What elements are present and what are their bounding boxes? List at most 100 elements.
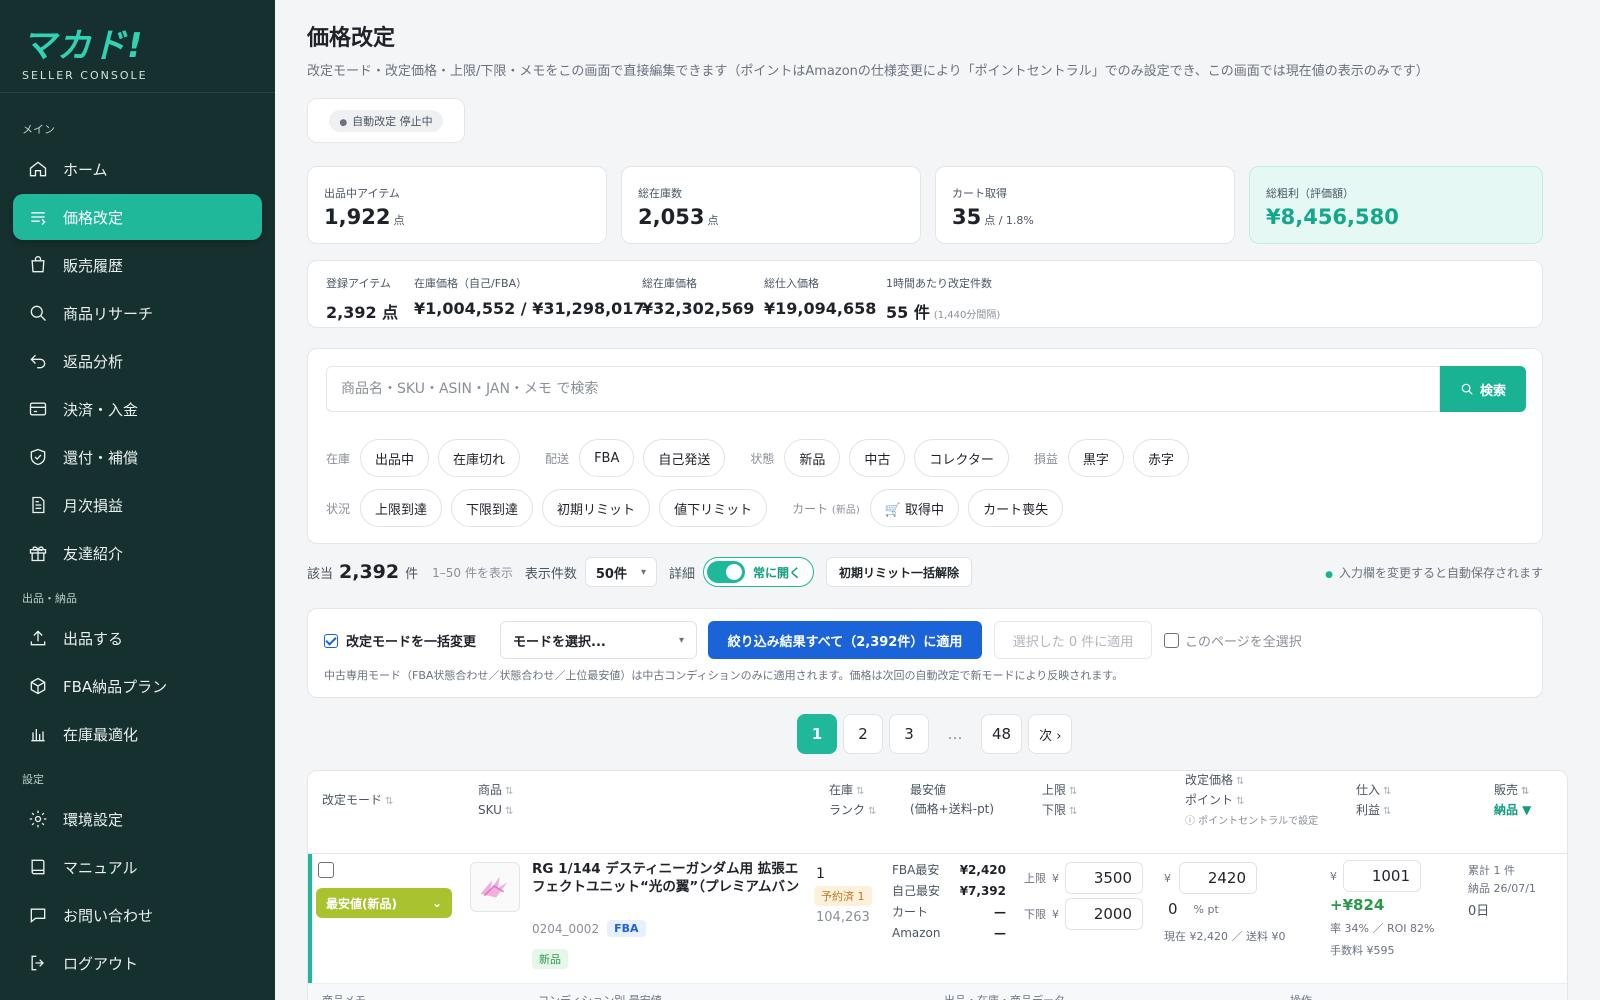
sidebar-item-returns[interactable]: 返品分析 xyxy=(13,338,262,384)
search-icon xyxy=(27,302,49,324)
filter-chip-upper-reached[interactable]: 上限到達 xyxy=(360,489,443,527)
table-row: 最安値(新品) ⌄ RG 1/144 デスティニーガンダム用 拡張エフェクトユニッ… xyxy=(308,853,1567,1000)
bulk-note: 中古専用モード（FBA状態合わせ／状態合わせ／上位最安値）は中古コンディションの… xyxy=(324,669,1124,682)
filter-chip-new[interactable]: 新品 xyxy=(784,439,841,477)
filter-group-label: 状態 xyxy=(750,451,775,466)
sales-total: 累計 1 件 xyxy=(1468,864,1515,877)
chevron-down-icon: ▾ xyxy=(640,566,647,578)
auto-reprice-status: 自動改定 停止中 xyxy=(307,98,465,143)
col-price-header[interactable]: 改定価格 ⇅ ポイント ⇅ ⓘ ポイントセントラルで設定 xyxy=(1185,771,1318,831)
search-icon xyxy=(1461,383,1473,395)
sidebar-item-referral[interactable]: 友達紹介 xyxy=(13,530,262,576)
section-listing: 出品・納品 xyxy=(22,592,77,605)
sidebar-item-label: 決済・入金 xyxy=(63,400,139,419)
bulk-mode-panel: 改定モードを一括変更 モードを選択... ▾ 絞り込み結果すべて（2,392件）に… xyxy=(307,608,1543,698)
page-button-3[interactable]: 3 xyxy=(889,714,929,754)
filter-chip-out-of-stock[interactable]: 在庫切れ xyxy=(438,439,521,477)
filter-chip-cart-winning[interactable]: 🛒 取得中 xyxy=(869,489,960,527)
sidebar-item-manual[interactable]: マニュアル xyxy=(13,844,262,890)
logo[interactable]: マカド! SELLER CONSOLE xyxy=(22,18,148,82)
page-button-48[interactable]: 48 xyxy=(981,714,1023,754)
sidebar-item-list[interactable]: 出品する xyxy=(13,615,262,661)
sidebar-item-home[interactable]: ホーム xyxy=(13,146,262,192)
kpi-total-stock: 総在庫数 2,053 点 xyxy=(621,166,921,244)
filter-chip-price-down-limit[interactable]: 値下リミット xyxy=(659,489,768,527)
filter-chip-profit[interactable]: 黒字 xyxy=(1067,439,1124,477)
card-icon xyxy=(27,398,49,420)
sidebar-item-inventory-opt[interactable]: 在庫最適化 xyxy=(13,711,262,757)
results-prefix: 該当 xyxy=(307,566,334,582)
cost-input[interactable]: 1001 xyxy=(1343,860,1421,892)
filter-chip-initial-limit[interactable]: 初期リミット xyxy=(542,489,651,527)
row-mode-select[interactable]: 最安値(新品) ⌄ xyxy=(316,888,452,918)
filter-group-label: 状況 xyxy=(326,501,351,516)
kpi-label: 出品中アイテム xyxy=(324,187,400,200)
chat-icon xyxy=(27,904,49,926)
sidebar-item-label: 返品分析 xyxy=(63,352,124,371)
sidebar-item-research[interactable]: 商品リサーチ xyxy=(13,290,262,336)
sidebar-item-settings[interactable]: 環境設定 xyxy=(13,796,262,842)
price-input[interactable]: 2420 xyxy=(1179,862,1257,894)
reset-initial-limit-button[interactable]: 初期リミット一括解除 xyxy=(826,557,973,587)
filter-chip-loss[interactable]: 赤字 xyxy=(1132,439,1189,477)
sidebar-item-logout[interactable]: ログアウト xyxy=(13,940,262,986)
per-page-select[interactable]: 50件 ▾ xyxy=(584,557,658,587)
product-name[interactable]: RG 1/144 デスティニーガンダム用 拡張エフェクトユニット“光の翼”（プレ… xyxy=(532,860,808,896)
mode-select[interactable]: モードを選択... ▾ xyxy=(500,621,697,659)
stock-count: 1 xyxy=(816,866,825,882)
sidebar-item-reimbursement[interactable]: 還付・補償 xyxy=(13,434,262,480)
filter-chip-listed[interactable]: 出品中 xyxy=(360,439,430,477)
sales-rank: 104,263 xyxy=(816,910,870,925)
sidebar-item-label: 価格改定 xyxy=(63,208,124,227)
col-sales-header[interactable]: 販売 ⇅ 納品 ▼ xyxy=(1494,781,1531,820)
sidebar-item-contact[interactable]: お問い合わせ xyxy=(13,892,262,938)
filter-chip-used[interactable]: 中古 xyxy=(849,439,906,477)
apply-all-button[interactable]: 絞り込み結果すべて（2,392件）に適用 xyxy=(708,621,982,659)
box-icon xyxy=(27,675,49,697)
search-input[interactable] xyxy=(326,366,1440,412)
select-page-checkbox[interactable]: このページを全選択 xyxy=(1164,631,1302,650)
sidebar-item-fba-plan[interactable]: FBA納品プラン xyxy=(13,663,262,709)
apply-selected-button[interactable]: 選択した 0 件に適用 xyxy=(994,621,1152,659)
sidebar-item-label: FBA納品プラン xyxy=(63,677,168,696)
lower-limit-input[interactable]: 2000 xyxy=(1065,898,1143,930)
col-product-header[interactable]: 商品 ⇅ SKU ⇅ xyxy=(478,781,513,821)
bulk-mode-label: 改定モードを一括変更 xyxy=(324,631,476,650)
sidebar-item-label: 月次損益 xyxy=(63,496,124,515)
filter-row-1: 在庫 出品中 在庫切れ 配送 FBA 自己発送 状態 新品 中古 コレクター 損… xyxy=(326,439,1198,477)
chevron-down-icon: ⌄ xyxy=(431,896,442,910)
search-button[interactable]: 検索 xyxy=(1440,366,1526,412)
product-thumbnail[interactable] xyxy=(470,862,520,912)
stat-registered: 登録アイテム 2,392 点 xyxy=(326,277,399,322)
cost-price: ¥ 1001 xyxy=(1330,860,1421,892)
kpi-value: ¥8,456,580 xyxy=(1266,205,1399,229)
row-checkbox[interactable] xyxy=(318,862,334,878)
detail-toggle[interactable]: 常に開く xyxy=(703,557,815,587)
col-stock-header[interactable]: 在庫 ⇅ ランク ⇅ xyxy=(829,781,876,821)
days-value: 0日 xyxy=(1468,904,1490,919)
current-price: 現在 ¥2,420 ／ 送料 ¥0 xyxy=(1164,930,1286,943)
stat-total-cost: 総仕入価格 ¥19,094,658 xyxy=(764,277,877,318)
filter-chip-lower-reached[interactable]: 下限到達 xyxy=(451,489,534,527)
page-button-2[interactable]: 2 xyxy=(843,714,883,754)
col-mode-header[interactable]: 改定モード ⇅ xyxy=(322,791,393,811)
sidebar-item-repricing[interactable]: 価格改定 xyxy=(13,194,262,240)
row-accent xyxy=(308,854,312,1000)
col-cost-header[interactable]: 仕入 ⇅ 利益 ⇅ xyxy=(1356,781,1391,821)
filter-chip-self-ship[interactable]: 自己発送 xyxy=(643,439,726,477)
sidebar-item-monthly-pl[interactable]: 月次損益 xyxy=(13,482,262,528)
filter-chip-fba[interactable]: FBA xyxy=(579,439,635,477)
sidebar-item-payments[interactable]: 決済・入金 xyxy=(13,386,262,432)
page-title: 価格改定 xyxy=(307,26,396,51)
sidebar-item-sales-history[interactable]: 販売履歴 xyxy=(13,242,262,288)
product-sku: 0204_0002 FBA xyxy=(532,920,646,937)
filter-group-label: 損益 xyxy=(1033,451,1058,466)
upper-limit-input[interactable]: 3500 xyxy=(1065,862,1143,894)
next-page-button[interactable]: 次 › xyxy=(1028,714,1073,754)
filter-chip-collector[interactable]: コレクター xyxy=(914,439,1009,477)
col-limit-header[interactable]: 上限 ⇅ 下限 ⇅ xyxy=(1042,781,1077,821)
filter-chip-cart-lost[interactable]: カート喪失 xyxy=(968,489,1064,527)
sidebar-item-label: 友達紹介 xyxy=(63,544,124,563)
section-main: メイン xyxy=(22,123,55,136)
page-button-1[interactable]: 1 xyxy=(797,714,837,754)
